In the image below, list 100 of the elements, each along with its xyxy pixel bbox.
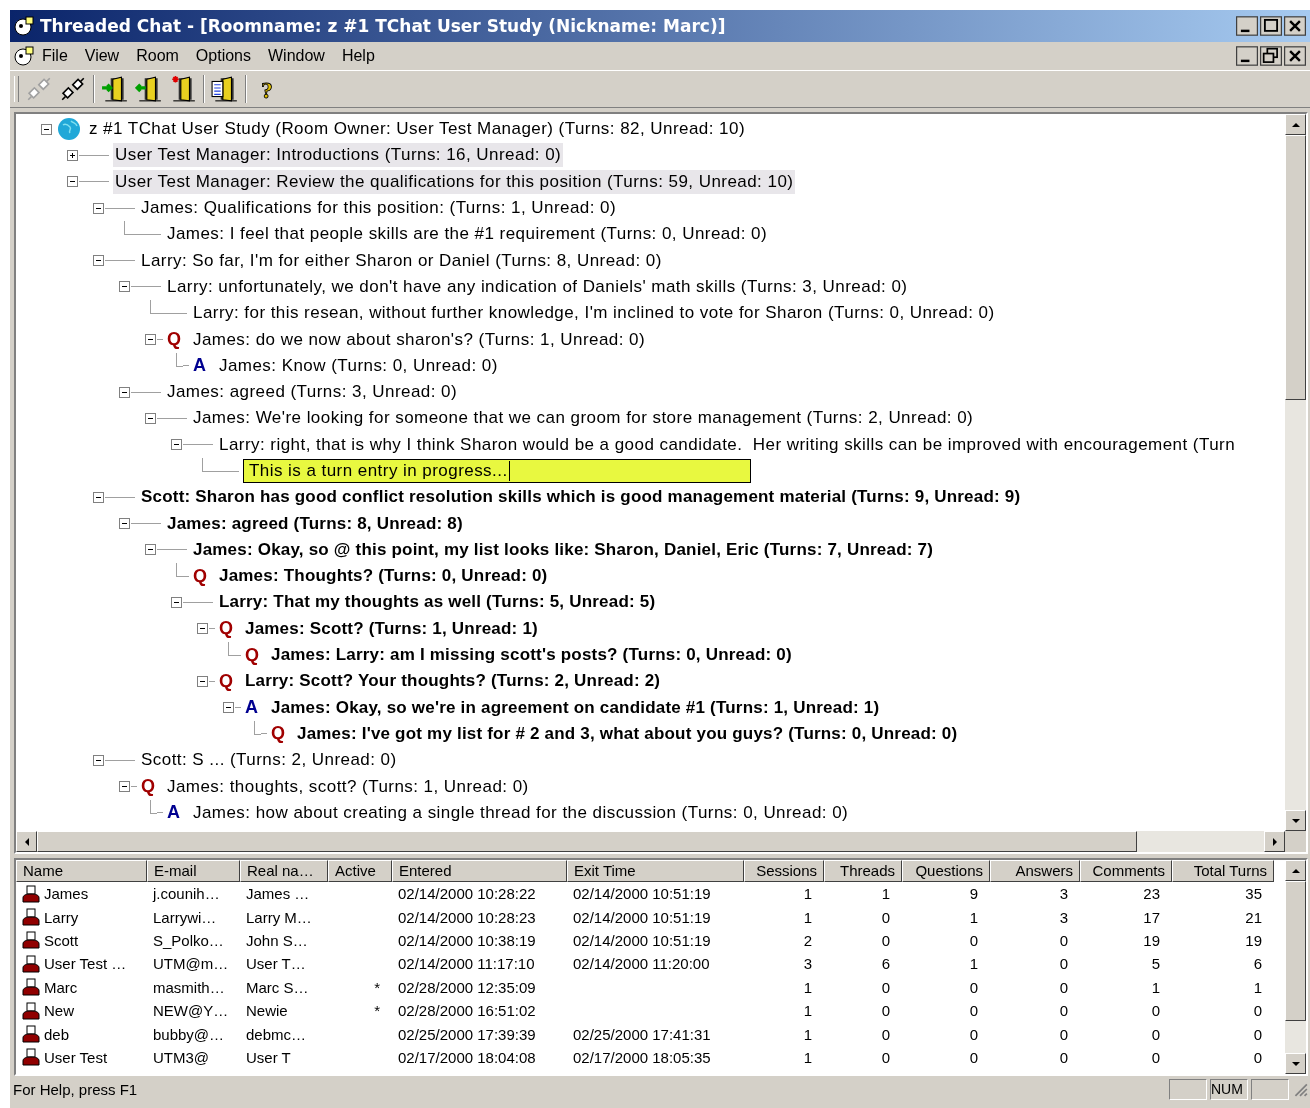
column-header[interactable]: Exit Time [567, 860, 744, 882]
column-header[interactable]: Sessions [744, 860, 824, 882]
column-header[interactable]: Questions [902, 860, 990, 882]
expander-icon[interactable] [66, 149, 78, 161]
thread-item[interactable]: Larry: So far, I'm for either Sharon or Daniel (Turns: 8, Unread: 0) [139, 248, 664, 273]
table-cell: masmith… [153, 978, 225, 996]
thread-item[interactable]: James: agreed (Turns: 8, Unread: 8) [165, 511, 465, 536]
thread-item[interactable]: Larry: That my thoughts as well (Turns: 5, Unread: 5) [217, 590, 658, 615]
thread-item[interactable]: James: thoughts, scott? (Turns: 1, Unread: 0) [165, 774, 531, 799]
menu-item[interactable]: Options [187, 47, 260, 65]
expander-icon[interactable] [92, 202, 104, 214]
thread-item[interactable]: Larry: Scott? Your thoughts? (Turns: 2, Unread: 2) [243, 669, 663, 694]
thread-item[interactable]: Scott: S ... (Turns: 2, Unread: 0) [139, 748, 399, 773]
user-name[interactable]: Marc [44, 978, 78, 996]
expander-icon[interactable] [92, 491, 104, 503]
column-header[interactable]: E-mail [147, 860, 240, 882]
close-icon[interactable] [1284, 16, 1306, 36]
thread-item[interactable]: Larry: right, that is why I think Sharon would be a good candidate. Her writing skills can be improved with encouragement (Turn [217, 432, 1238, 457]
menu-item[interactable]: File [34, 47, 77, 65]
door-icon[interactable] [169, 75, 197, 103]
door-icon[interactable] [101, 75, 129, 103]
column-header[interactable]: Entered [392, 860, 567, 882]
thread-item[interactable]: James: do we now about sharon's? (Turns: 1, Unread: 0) [191, 327, 648, 352]
expander-icon[interactable] [66, 176, 78, 188]
thread-item[interactable]: James: Larry: am I missing scott's posts? (Turns: 0, Unread: 0) [269, 643, 794, 668]
menu-item[interactable]: View [76, 47, 129, 65]
thread-item[interactable]: User Test Manager: Review the qualifications for this position (Turns: 59, Unread: 10) [113, 169, 796, 194]
expander-icon[interactable] [196, 623, 208, 635]
thread-item[interactable]: James: Thoughts? (Turns: 0, Unread: 0) [217, 564, 550, 589]
thread-item[interactable]: James: I feel that people skills are the #1 requirement (Turns: 0, Unread: 0) [165, 222, 770, 247]
thread-item[interactable]: James: agreed (Turns: 3, Unread: 0) [165, 380, 460, 405]
column-header[interactable]: Real na… [240, 860, 328, 882]
expander-icon[interactable] [196, 675, 208, 687]
column-header[interactable]: Active [328, 860, 392, 882]
user-name[interactable]: Scott [44, 931, 79, 949]
minimize-icon[interactable] [1236, 46, 1258, 66]
scroll-left-button[interactable] [16, 831, 37, 852]
user-name[interactable]: New [44, 1002, 74, 1020]
person-icon [22, 931, 40, 950]
column-header[interactable]: Answers [990, 860, 1080, 882]
status-text: For Help, press F1 [13, 1080, 138, 1098]
expander-icon[interactable] [118, 281, 130, 293]
menu-item[interactable]: Window [260, 47, 334, 65]
scroll-down-button[interactable] [1285, 1053, 1306, 1074]
user-name[interactable]: User Test [44, 1048, 108, 1066]
vertical-scrollbar[interactable] [1285, 114, 1306, 831]
menu-item[interactable]: Help [333, 47, 384, 65]
scroll-up-button[interactable] [1285, 860, 1306, 881]
thread-item[interactable]: James: We're looking for someone that we can groom for store management (Turns: 2, Unread: 0) [191, 406, 976, 431]
minimize-icon[interactable] [1236, 16, 1258, 36]
expander-icon[interactable] [144, 412, 156, 424]
expander-icon[interactable] [92, 255, 104, 267]
door-icon[interactable] [211, 75, 239, 103]
expander-icon[interactable] [144, 334, 156, 345]
expander-icon[interactable] [144, 544, 156, 556]
thread-item[interactable]: James: Know (Turns: 0, Unread: 0) [217, 353, 500, 378]
user-name[interactable]: Larry [44, 908, 79, 926]
expander-icon[interactable] [222, 702, 234, 714]
scrollbar-thumb[interactable] [1285, 881, 1306, 1021]
scroll-right-button[interactable] [1264, 831, 1285, 852]
vertical-scrollbar[interactable] [1285, 860, 1306, 1074]
maximize-icon[interactable] [1260, 16, 1282, 36]
door-icon[interactable] [135, 75, 163, 103]
menu-item[interactable]: Room [128, 47, 188, 65]
thread-item[interactable]: James: Okay, so @ this point, my list looks like: Sharon, Daniel, Eric (Turns: 7, Unread: 7) [191, 537, 936, 562]
expander-icon[interactable] [92, 754, 104, 766]
thread-item[interactable]: User Test Manager: Introductions (Turns: 16, Unread: 0) [113, 143, 564, 168]
plug-icon[interactable] [59, 75, 87, 103]
expander-icon[interactable] [118, 781, 130, 793]
document-icon[interactable] [14, 46, 34, 66]
thread-item[interactable]: James: Qualifications for this position: (Turns: 1, Unread: 0) [139, 196, 619, 221]
expander-icon[interactable] [40, 123, 52, 135]
scroll-down-button[interactable] [1285, 810, 1306, 831]
column-header[interactable]: Name [16, 860, 147, 882]
thread-item[interactable]: James: Okay, so we're in agreement on candidate #1 (Turns: 1, Unread: 1) [269, 695, 882, 720]
thread-item[interactable]: Larry: unfortunately, we don't have any indication of Daniels' math skills (Turns: 3, Unread: 0) [165, 274, 910, 299]
column-header[interactable]: Total Turns [1172, 860, 1274, 882]
expander-icon[interactable] [170, 439, 182, 451]
thread-item[interactable]: James: Scott? (Turns: 1, Unread: 1) [243, 616, 540, 641]
close-icon[interactable] [1284, 46, 1306, 66]
up-arrow-icon [1291, 866, 1300, 875]
question-marker: Q [167, 329, 182, 350]
thread-item[interactable]: James: I've got my list for # 2 and 3, what about you guys? (Turns: 0, Unread: 0) [295, 721, 960, 746]
expander-icon[interactable] [118, 518, 130, 530]
user-name[interactable]: James [44, 885, 89, 903]
column-header[interactable]: Comments [1080, 860, 1172, 882]
thread-item[interactable]: Scott: Sharon has good conflict resolution skills which is good management material (Turns: 9, Unread: 9) [139, 485, 1023, 510]
scrollbar-thumb[interactable] [1285, 135, 1306, 400]
thread-item[interactable]: z #1 TChat User Study (Room Owner: User Test Manager) (Turns: 82, Unread: 10) [87, 117, 748, 142]
user-name[interactable]: User Test … [44, 955, 127, 973]
thread-item[interactable]: James: how about creating a single thread for the discussion (Turns: 0, Unread: 0) [191, 800, 851, 825]
turn-entry-field[interactable]: This is a turn entry in progress... [243, 459, 751, 483]
column-header[interactable]: Threads [824, 860, 902, 882]
thread-item[interactable]: Larry: for this resean, without further knowledge, I'm inclined to vote for Sharon (Turns: 0, Unread: 0) [191, 301, 997, 326]
restore-icon[interactable] [1260, 46, 1282, 66]
expander-icon[interactable] [118, 386, 130, 398]
user-name[interactable]: deb [44, 1025, 70, 1043]
resize-grip-icon[interactable] [1292, 1081, 1308, 1097]
scroll-up-button[interactable] [1285, 114, 1306, 135]
expander-icon[interactable] [170, 597, 182, 608]
